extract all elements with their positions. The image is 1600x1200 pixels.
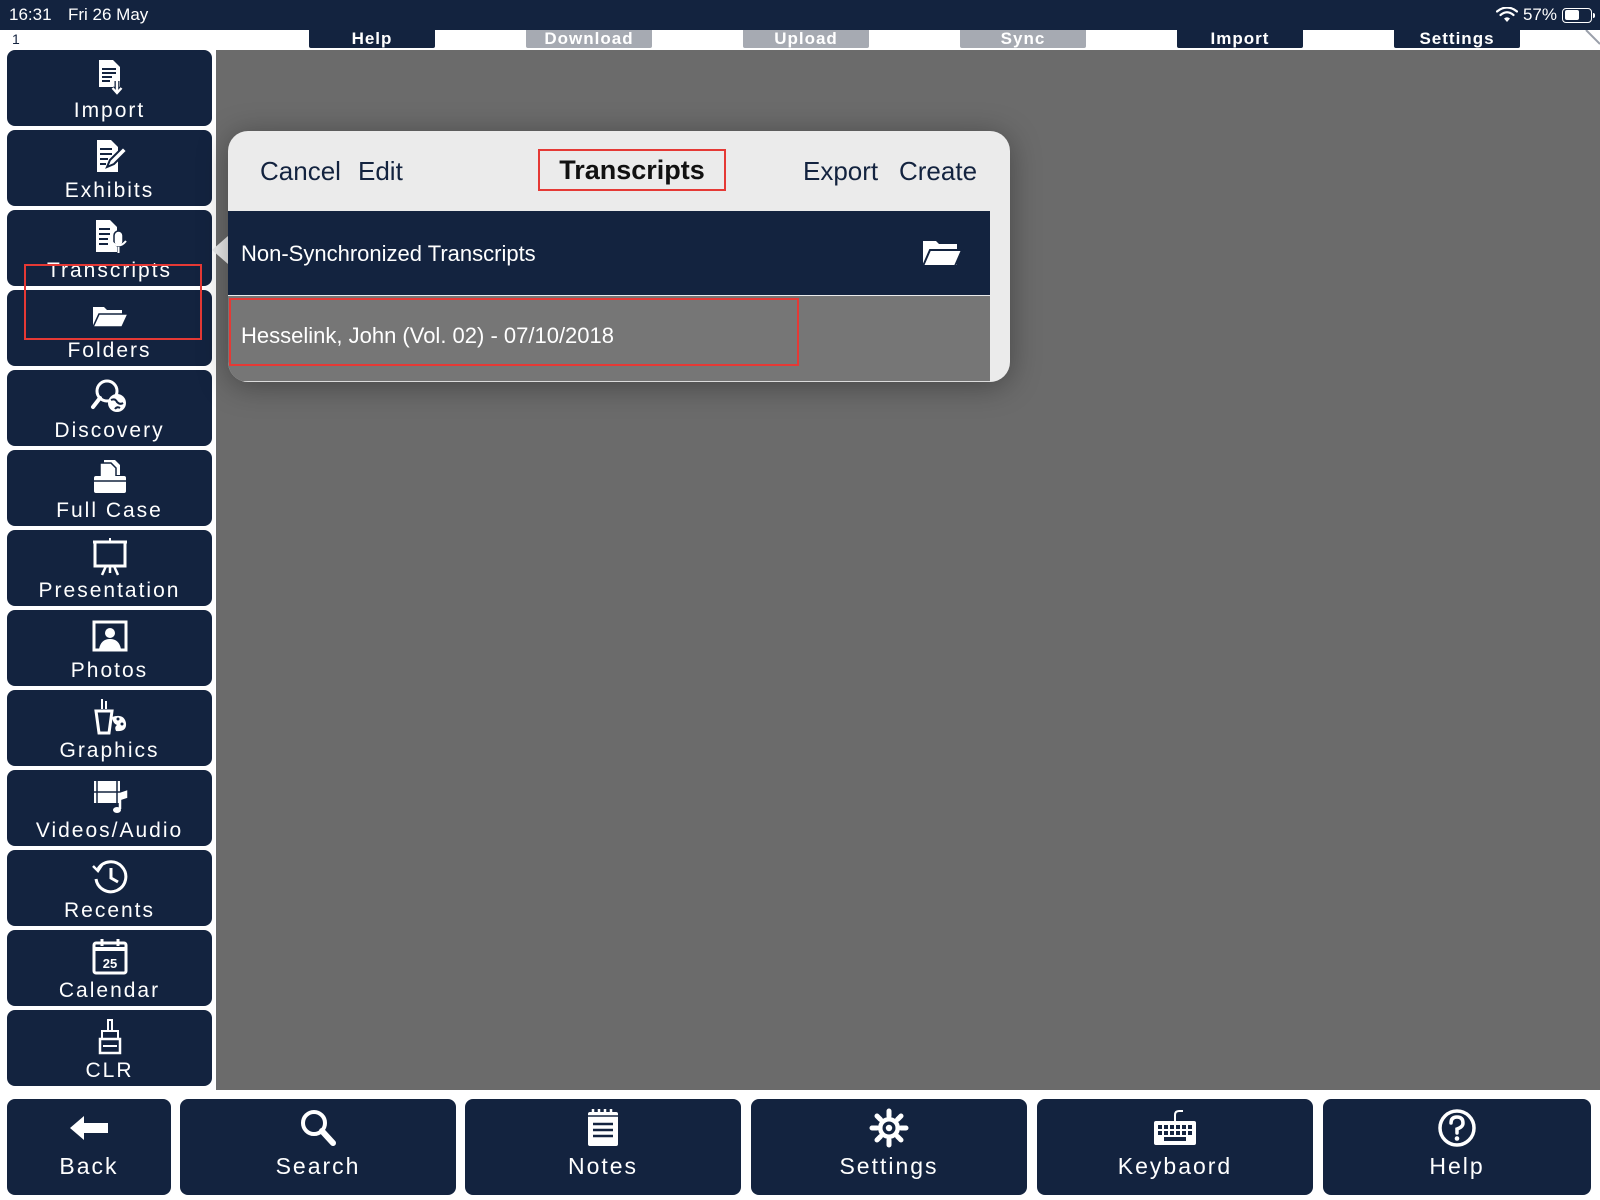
sidebar-item-presentation[interactable]: Presentation bbox=[7, 530, 212, 606]
sidebar-item-full-case[interactable]: Full Case bbox=[7, 450, 212, 526]
sidebar-item-transcripts[interactable]: Transcripts bbox=[7, 210, 212, 286]
list-item[interactable]: Hesselink, John (Vol. 02) - 07/10/2018 bbox=[228, 296, 990, 382]
page-number: 1 bbox=[12, 31, 20, 47]
discovery-search-globe-icon bbox=[90, 379, 126, 412]
wifi-icon bbox=[1495, 7, 1518, 22]
help-button[interactable]: Help bbox=[1323, 1099, 1591, 1195]
search-button[interactable]: Search bbox=[180, 1099, 456, 1195]
calendar-icon: 25 bbox=[92, 939, 127, 975]
photo-portrait-icon bbox=[92, 620, 127, 652]
transcript-mic-icon bbox=[95, 220, 127, 253]
sidebar: Import Exhibits Transcripts Folders Disc… bbox=[0, 50, 216, 1090]
exhibits-pen-icon bbox=[96, 140, 128, 172]
battery-percent: 57% bbox=[1522, 5, 1557, 24]
top-help-button[interactable]: Help bbox=[309, 30, 435, 48]
top-upload-button[interactable]: Upload bbox=[743, 30, 869, 48]
sidebar-item-label: Photos bbox=[70, 659, 149, 682]
sidebar-item-exhibits[interactable]: Exhibits bbox=[7, 130, 212, 206]
edit-button[interactable]: Edit bbox=[358, 156, 403, 187]
gear-icon bbox=[869, 1108, 909, 1148]
sidebar-item-label: Videos/Audio bbox=[35, 819, 184, 842]
transcripts-popover: Cancel Edit Transcripts Export Create No… bbox=[228, 131, 1010, 382]
popover-header: Cancel Edit Transcripts Export Create bbox=[228, 131, 1010, 211]
popover-pointer bbox=[212, 236, 228, 264]
sidebar-item-label: Full Case bbox=[56, 499, 163, 522]
bottom-button-label: Back bbox=[59, 1153, 119, 1179]
status-date: Fri 26 May bbox=[68, 5, 149, 24]
bottom-button-label: Settings bbox=[839, 1153, 939, 1179]
sidebar-item-calendar[interactable]: 25 Calendar bbox=[7, 930, 212, 1006]
sidebar-item-recents[interactable]: Recents bbox=[7, 850, 212, 926]
clear-brush-icon bbox=[98, 1019, 121, 1055]
help-icon bbox=[1438, 1109, 1476, 1147]
popover-title: Transcripts bbox=[538, 149, 726, 191]
sidebar-item-import[interactable]: Import bbox=[7, 50, 212, 126]
transcript-item-label: Hesselink, John (Vol. 02) - 07/10/2018 bbox=[241, 323, 615, 348]
sidebar-item-label: CLR bbox=[85, 1059, 134, 1082]
sidebar-item-label: Transcripts bbox=[46, 259, 173, 282]
sidebar-item-label: Recents bbox=[63, 899, 156, 922]
bottom-button-label: Keybaord bbox=[1117, 1153, 1233, 1179]
calendar-day: 25 bbox=[102, 956, 116, 971]
export-button[interactable]: Export bbox=[803, 156, 878, 187]
bottom-button-label: Search bbox=[275, 1153, 361, 1179]
cancel-button[interactable]: Cancel bbox=[260, 156, 341, 187]
sidebar-item-label: Discovery bbox=[54, 419, 165, 442]
bottom-button-label: Notes bbox=[567, 1153, 639, 1179]
video-audio-icon bbox=[93, 781, 127, 813]
sidebar-item-label: Exhibits bbox=[64, 179, 155, 202]
transcripts-list: Non-Synchronized Transcripts Hesselink, … bbox=[228, 211, 990, 382]
sidebar-item-label: Presentation bbox=[38, 579, 181, 602]
bottom-button-label: Help bbox=[1429, 1153, 1485, 1179]
settings-button[interactable]: Settings bbox=[751, 1099, 1027, 1195]
notes-icon bbox=[588, 1109, 618, 1146]
corner-fold-icon bbox=[1585, 30, 1600, 45]
keyboard-button[interactable]: Keybaord bbox=[1037, 1099, 1313, 1195]
top-import-button[interactable]: Import bbox=[1177, 30, 1303, 48]
recents-clock-icon bbox=[91, 860, 127, 894]
back-button[interactable]: Back bbox=[7, 1099, 171, 1195]
sidebar-item-label: Graphics bbox=[59, 739, 160, 762]
sidebar-item-discovery[interactable]: Discovery bbox=[7, 370, 212, 446]
sidebar-item-videos-audio[interactable]: Videos/Audio bbox=[7, 770, 212, 846]
list-item-folder[interactable]: Non-Synchronized Transcripts bbox=[228, 211, 990, 295]
import-document-icon bbox=[98, 60, 124, 97]
sidebar-item-folders[interactable]: Folders bbox=[7, 290, 212, 366]
sidebar-item-label: Folders bbox=[67, 339, 152, 362]
status-indicators: 57% bbox=[1495, 5, 1595, 25]
back-arrow-icon bbox=[70, 1116, 108, 1140]
presentation-easel-icon bbox=[92, 538, 127, 576]
folder-row-label: Non-Synchronized Transcripts bbox=[241, 241, 536, 266]
sidebar-item-label: Import bbox=[73, 99, 146, 122]
sidebar-item-label: Calendar bbox=[58, 979, 161, 1002]
top-toolbar: 1 Help Download Upload Sync Import Setti… bbox=[0, 30, 1600, 50]
keyboard-icon bbox=[1154, 1110, 1196, 1145]
graphics-palette-icon bbox=[93, 699, 126, 735]
battery-icon bbox=[1562, 7, 1595, 23]
sidebar-item-graphics[interactable]: Graphics bbox=[7, 690, 212, 766]
create-button[interactable]: Create bbox=[899, 156, 977, 187]
folder-icon bbox=[91, 307, 129, 328]
sidebar-item-clr[interactable]: CLR bbox=[7, 1010, 212, 1086]
status-bar: 16:31 Fri 26 May 57% bbox=[0, 0, 1600, 30]
notes-button[interactable]: Notes bbox=[465, 1099, 741, 1195]
status-time: 16:31 bbox=[9, 5, 52, 24]
top-sync-button[interactable]: Sync bbox=[960, 30, 1086, 48]
row-divider bbox=[228, 381, 990, 382]
full-case-files-icon bbox=[93, 460, 126, 493]
top-settings-button[interactable]: Settings bbox=[1394, 30, 1520, 48]
folder-icon bbox=[921, 241, 964, 267]
top-download-button[interactable]: Download bbox=[526, 30, 652, 48]
search-icon bbox=[301, 1110, 336, 1146]
sidebar-item-photos[interactable]: Photos bbox=[7, 610, 212, 686]
bottom-toolbar: Back Search Notes Settings Keybaord Help bbox=[0, 1090, 1600, 1200]
